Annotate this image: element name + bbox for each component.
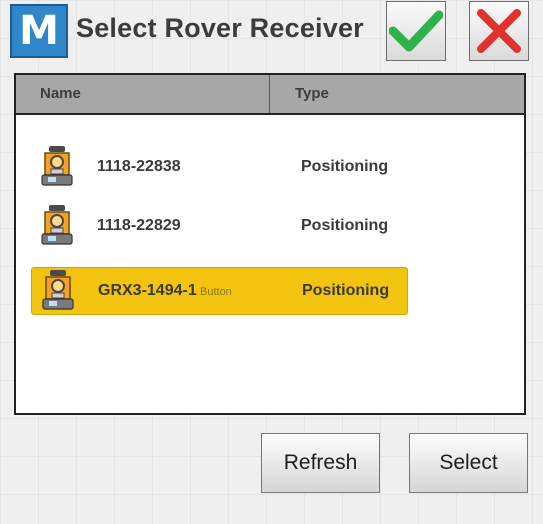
total-station-icon [41, 205, 73, 245]
list-header: Name Type [16, 75, 524, 115]
receiver-list: Name Type 1118-22838 Positioning 1118-22… [14, 73, 526, 415]
dialog-title: Select Rover Receiver [76, 13, 364, 43]
list-row-2[interactable]: 1118-22829 Positioning [31, 202, 408, 250]
checkmark-icon [389, 10, 443, 52]
refresh-button[interactable]: Refresh [261, 433, 380, 493]
column-header-name[interactable]: Name [16, 75, 270, 113]
close-icon [477, 9, 521, 53]
select-button[interactable]: Select [409, 433, 528, 493]
title-bar: M Select Rover Receiver [0, 0, 543, 62]
total-station-icon [42, 270, 74, 310]
row-1-name: 1118-22838 [97, 158, 181, 175]
total-station-icon [41, 146, 73, 186]
accept-button[interactable] [386, 1, 446, 61]
cancel-button[interactable] [469, 1, 529, 61]
row-3-overlay-text: Button [200, 286, 232, 298]
column-header-type[interactable]: Type [270, 75, 329, 113]
list-row-3-selected[interactable]: GRX3-1494-1 Button Positioning [31, 267, 408, 315]
app-logo: M [10, 4, 68, 58]
app-logo-letter: M [19, 8, 59, 54]
row-3-type: Positioning [302, 282, 390, 299]
row-1-type: Positioning [301, 158, 389, 175]
list-row-1[interactable]: 1118-22838 Positioning [31, 143, 408, 191]
row-2-name: 1118-22829 [97, 217, 181, 234]
row-3-name: GRX3-1494-1 [98, 282, 197, 299]
row-2-type: Positioning [301, 217, 389, 234]
